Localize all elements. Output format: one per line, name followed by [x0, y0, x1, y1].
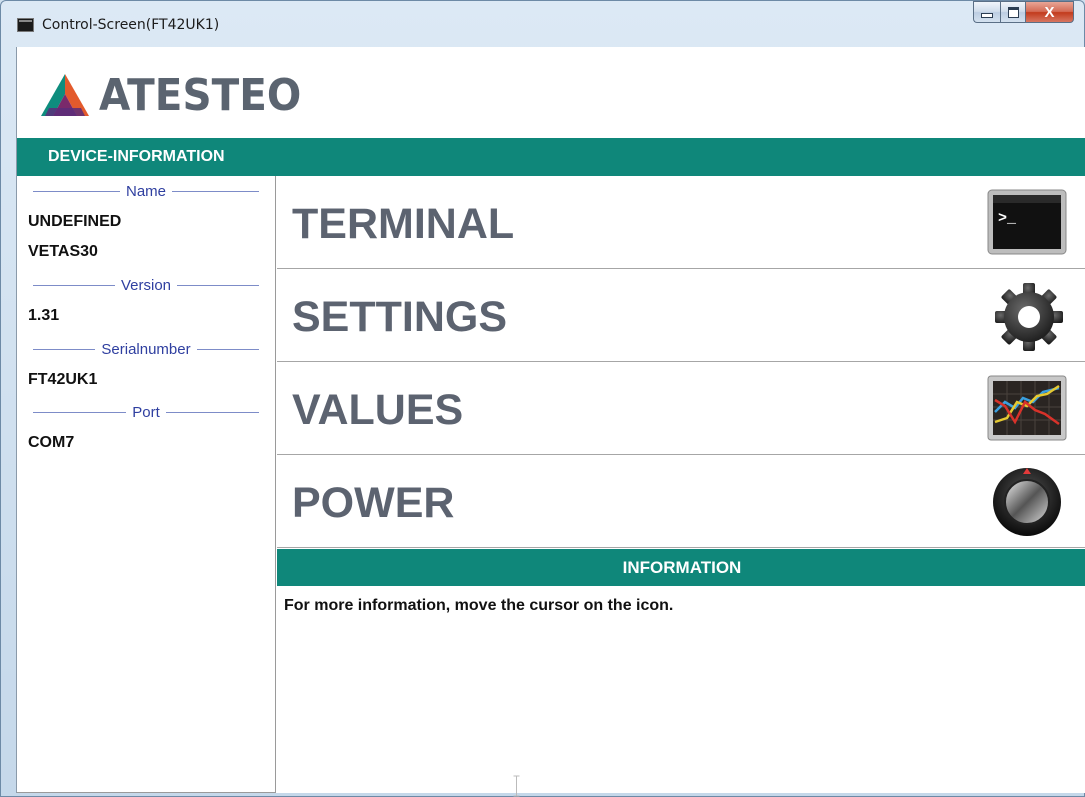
device-info-panel: Name UNDEFINED VETAS30 Version 1.31 Seri… — [17, 176, 276, 793]
information-header: INFORMATION — [277, 549, 1085, 586]
port-label: Port — [126, 404, 166, 421]
console-window-icon — [17, 18, 34, 32]
device-model-value: VETAS30 — [28, 243, 98, 260]
power-knob-icon[interactable] — [987, 465, 1067, 537]
device-name-value: UNDEFINED — [28, 213, 122, 230]
window-title: Control-Screen(FT42UK1) — [42, 17, 220, 33]
device-information-header: DEVICE-INFORMATION — [17, 138, 1085, 176]
window-controls: X — [973, 1, 1074, 23]
port-separator: Port — [33, 404, 259, 421]
atesteo-logo-mark-icon — [41, 74, 89, 116]
client-area: ATESTEO DEVICE-INFORMATION Name UNDEFINE… — [16, 47, 1085, 797]
menu-item-values[interactable]: VALUES — [277, 362, 1085, 455]
port-value: COM7 — [28, 434, 75, 451]
svg-text:>_: >_ — [998, 210, 1017, 227]
title-bar[interactable]: Control-Screen(FT42UK1) X — [1, 1, 1085, 47]
version-label: Version — [114, 277, 178, 294]
atesteo-logo: ATESTEO — [41, 70, 319, 121]
chart-icon[interactable] — [987, 372, 1067, 444]
information-text: For more information, move the cursor on… — [284, 597, 674, 614]
information-title: INFORMATION — [622, 558, 742, 577]
minimize-icon — [981, 12, 993, 18]
menu-item-power[interactable]: POWER — [277, 455, 1085, 548]
version-value: 1.31 — [28, 307, 60, 324]
close-icon: X — [1044, 3, 1055, 21]
serialnumber-value: FT42UK1 — [28, 371, 98, 388]
terminal-icon[interactable]: >_ — [987, 186, 1067, 258]
maximize-icon — [1007, 6, 1019, 18]
gear-icon[interactable] — [987, 279, 1067, 351]
menu-item-terminal[interactable]: TERMINAL >_ — [277, 176, 1085, 269]
text-cursor-icon — [513, 775, 520, 797]
menu-item-settings[interactable]: SETTINGS — [277, 269, 1085, 362]
menu-item-label: POWER — [292, 479, 455, 527]
menu-item-label: TERMINAL — [292, 200, 515, 248]
app-window: Control-Screen(FT42UK1) X ATESTEO DEVICE… — [0, 0, 1085, 797]
serialnumber-label: Serialnumber — [95, 341, 197, 358]
device-information-title: DEVICE-INFORMATION — [48, 148, 225, 165]
name-separator: Name — [33, 183, 259, 200]
version-separator: Version — [33, 277, 259, 294]
logo-text: ATESTEO — [99, 69, 302, 121]
name-label: Name — [119, 183, 172, 200]
minimize-button[interactable] — [973, 1, 1000, 23]
maximize-button[interactable] — [1000, 1, 1026, 23]
menu-item-label: VALUES — [292, 386, 464, 434]
close-button[interactable]: X — [1026, 1, 1074, 23]
menu-item-label: SETTINGS — [292, 293, 508, 341]
serialnumber-separator: Serialnumber — [33, 341, 259, 358]
